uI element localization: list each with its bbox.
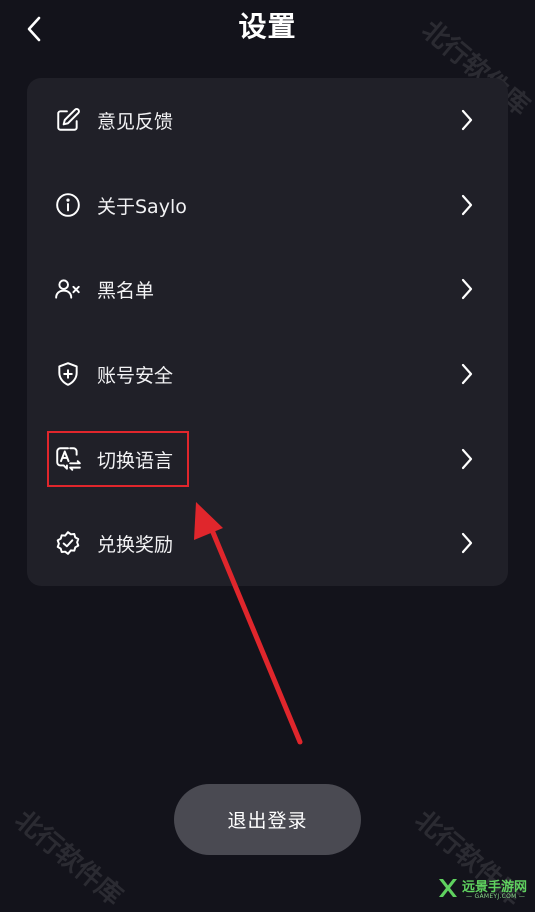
chevron-right-icon [459,531,475,555]
menu-item-label: 意见反馈 [97,110,174,133]
shield-plus-icon [54,360,82,388]
user-block-icon [54,275,82,303]
top-bar: 设置 [0,0,535,56]
info-icon [54,191,82,219]
menu-item-switch-language[interactable]: 切换语言 [27,417,508,501]
menu-item-blacklist[interactable]: 黑名单 [27,247,508,331]
menu-item-label: 关于Saylo [97,195,187,218]
language-icon [54,445,82,473]
chevron-right-icon [459,362,475,386]
edit-icon [54,106,82,134]
x-logo-icon [439,879,457,897]
watermark-text: 北行软件库 [408,805,528,912]
menu-item-feedback[interactable]: 意见反馈 [27,78,508,162]
site-logo-url: — GAMEYJ.COM — [466,893,526,900]
menu-item-account-security[interactable]: 账号安全 [27,332,508,416]
page-title: 设置 [238,10,297,43]
chevron-right-icon [459,447,475,471]
menu-item-redeem-rewards[interactable]: 兑换奖励 [27,501,508,585]
menu-item-label: 切换语言 [97,449,174,472]
site-logo-name: 远景手游网 [462,880,528,895]
logout-button[interactable]: 退出登录 [174,784,361,855]
site-logo: 远景手游网 — GAMEYJ.COM — [436,874,528,904]
chevron-right-icon [459,277,475,301]
menu-item-about[interactable]: 关于Saylo [27,163,508,247]
menu-item-label: 兑换奖励 [97,533,174,556]
badge-check-icon [54,529,82,557]
menu-item-label: 黑名单 [97,279,155,302]
menu-item-label: 账号安全 [97,364,174,387]
settings-menu-card: 意见反馈 关于Saylo 黑名单 账号安全 切换语言 兑换奖励 [27,78,508,586]
chevron-right-icon [459,108,475,132]
chevron-right-icon [459,193,475,217]
watermark-text: 北行软件库 [8,805,128,912]
